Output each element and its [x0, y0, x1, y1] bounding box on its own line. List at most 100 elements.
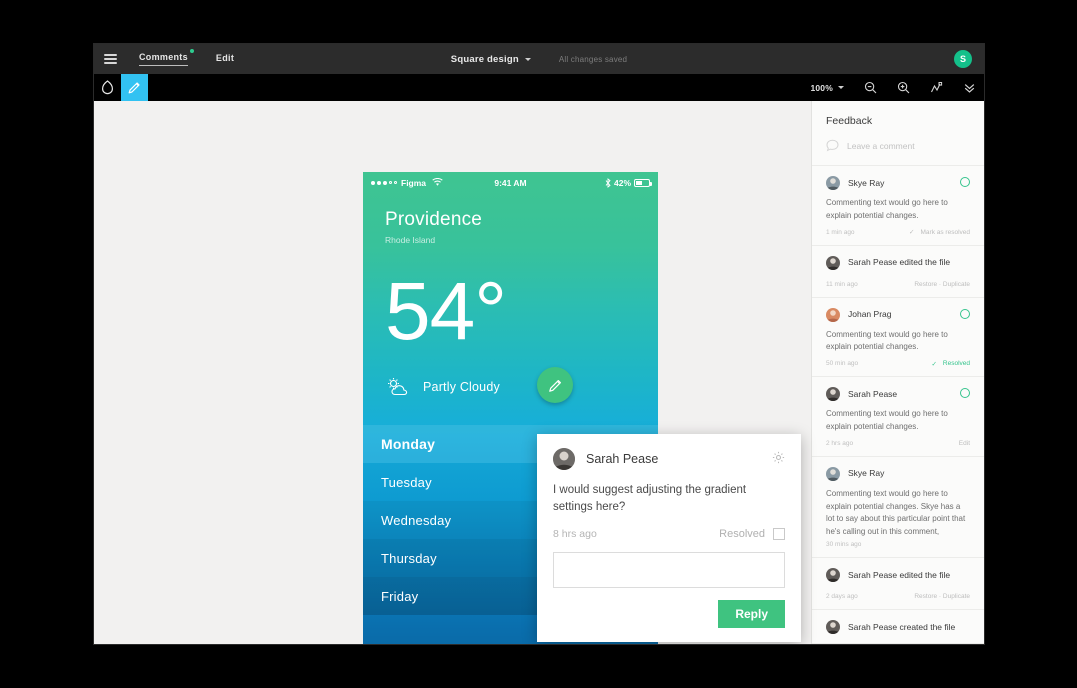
- feedback-event-item[interactable]: Sarah Pease edited the file 11 min ago R…: [812, 246, 984, 298]
- zoom-level-value: 100%: [810, 82, 833, 93]
- feedback-time: 2 days ago: [826, 592, 858, 600]
- feedback-event-text: Sarah Pease edited the file: [848, 569, 951, 580]
- leave-comment-placeholder: Leave a comment: [847, 140, 915, 151]
- avatar: [826, 567, 840, 582]
- design-canvas[interactable]: Figma 9:41 AM 42% Providence Rhode Islan…: [94, 101, 984, 644]
- mark-as-resolved-action[interactable]: Mark as resolved: [909, 228, 971, 236]
- city-name: Providence: [385, 209, 483, 230]
- feedback-item-header: Sarah Pease edited the file: [826, 567, 970, 582]
- day-name: Wednesday: [381, 512, 452, 528]
- tab-edit[interactable]: Edit: [216, 53, 234, 66]
- resolved-checkbox[interactable]: [773, 528, 785, 541]
- avatar: [826, 387, 840, 402]
- user-avatar[interactable]: S: [954, 50, 972, 68]
- feedback-title: Feedback: [826, 115, 873, 127]
- reply-input[interactable]: [553, 552, 785, 589]
- comment-author: Sarah Pease: [586, 452, 659, 466]
- phone-status-bar: Figma 9:41 AM 42%: [363, 172, 658, 193]
- toolbar-right-group: 100%: [810, 74, 976, 101]
- avatar: [553, 448, 575, 470]
- battery-icon: [634, 178, 652, 187]
- resolve-ring-icon[interactable]: [960, 388, 970, 399]
- leave-comment-field[interactable]: Leave a comment: [812, 127, 984, 166]
- feedback-panel[interactable]: Feedback Leave a comment Skye Ray Commen…: [811, 101, 984, 644]
- avatar: [826, 619, 840, 634]
- tab-comments-label: Comments: [139, 52, 188, 62]
- feedback-event-item[interactable]: Sarah Pease edited the file 2 days ago R…: [812, 558, 984, 610]
- resolved-label: Resolved: [719, 528, 765, 541]
- zoom-level-control[interactable]: 100%: [810, 83, 844, 93]
- status-bar-right: 42%: [605, 177, 652, 188]
- condition-row: Partly Cloudy: [363, 353, 658, 403]
- feedback-time: 1 min ago: [826, 228, 855, 236]
- feedback-item-header: Johan Prag: [826, 307, 970, 322]
- feedback-item-header: Sarah Pease created the file: [826, 619, 970, 634]
- zoom-in-icon[interactable]: [897, 81, 910, 94]
- document-title[interactable]: Square design: [451, 54, 519, 65]
- menu-bar: Comments Edit Square design All changes …: [94, 44, 984, 74]
- resolve-ring-icon[interactable]: [960, 177, 970, 187]
- feedback-text: Commenting text would go here to explain…: [826, 198, 948, 220]
- feedback-text: Commenting text would go here to explain…: [826, 488, 966, 537]
- feedback-item-header: Sarah Pease: [826, 387, 970, 402]
- pen-tool-icon[interactable]: [94, 74, 121, 101]
- avatar: [826, 176, 840, 190]
- feedback-item-header: Skye Ray: [826, 176, 970, 190]
- feedback-comment-item[interactable]: Johan Prag Commenting text would go here…: [812, 298, 984, 378]
- gear-icon[interactable]: [772, 451, 785, 469]
- battery-percent: 42%: [613, 177, 631, 188]
- resolved-toggle[interactable]: Resolved: [719, 528, 785, 541]
- resolved-status: Resolved: [931, 360, 970, 368]
- resolve-ring-icon[interactable]: [960, 308, 970, 319]
- condition-text: Partly Cloudy: [423, 380, 500, 394]
- feedback-text: Commenting text would go here to explain…: [826, 329, 948, 352]
- feedback-comment-item[interactable]: Sarah Pease Commenting text would go her…: [812, 377, 984, 457]
- feedback-comment-item[interactable]: Skye Ray Commenting text would go here t…: [812, 166, 984, 246]
- avatar: [826, 255, 840, 270]
- figma-app-window: Comments Edit Square design All changes …: [94, 44, 984, 644]
- pencil-tool-icon[interactable]: [121, 74, 148, 101]
- day-name: Monday: [381, 436, 436, 452]
- feedback-footer: 2 days ago Restore · Duplicate: [826, 593, 970, 600]
- feedback-footer: 2 hrs ago Edit: [826, 440, 970, 447]
- feedback-time: 2 hrs ago: [826, 439, 854, 447]
- edit-action[interactable]: Edit: [959, 440, 970, 447]
- path-node-icon[interactable]: [930, 81, 943, 94]
- hamburger-icon[interactable]: [104, 54, 117, 64]
- restore-duplicate-actions[interactable]: Restore · Duplicate: [914, 281, 970, 288]
- bluetooth-icon: [605, 177, 611, 188]
- avatar: [826, 307, 840, 322]
- restore-duplicate-actions[interactable]: Restore · Duplicate: [914, 593, 970, 600]
- edit-fab-button[interactable]: [537, 367, 573, 403]
- feedback-item-header: Sarah Pease edited the file: [826, 255, 970, 270]
- comment-time: 8 hrs ago: [553, 528, 597, 541]
- temperature-value: 54°: [385, 266, 507, 357]
- feedback-comment-item[interactable]: Skye Ray Commenting text would go here t…: [812, 457, 984, 558]
- feedback-text: Commenting text would go here to explain…: [826, 409, 948, 431]
- comment-body: I would suggest adjusting the gradient s…: [553, 484, 747, 513]
- city-block: Providence Rhode Island: [363, 193, 658, 245]
- reply-button[interactable]: Reply: [718, 600, 785, 629]
- feedback-time: 50 min ago: [826, 360, 859, 368]
- comment-bubble-icon: [826, 139, 839, 152]
- comments-badge-dot: [189, 49, 194, 53]
- feedback-time: 30 mins ago: [826, 540, 862, 548]
- feedback-author: Johan Prag: [848, 309, 892, 320]
- feedback-event-item[interactable]: Sarah Pease created the file: [812, 610, 984, 644]
- feedback-footer: 30 mins ago: [826, 541, 970, 548]
- tab-edit-label: Edit: [215, 52, 235, 63]
- day-name: Tuesday: [381, 474, 432, 490]
- chevron-down-icon: [838, 86, 844, 89]
- feedback-item-header: Skye Ray: [826, 466, 970, 481]
- feedback-time: 11 min ago: [826, 280, 858, 288]
- tab-comments[interactable]: Comments: [139, 49, 194, 66]
- avatar-initial: S: [959, 54, 966, 64]
- feedback-footer: 11 min ago Restore · Duplicate: [826, 281, 970, 288]
- pencil-icon: [548, 379, 561, 392]
- zoom-out-icon[interactable]: [864, 81, 877, 94]
- feedback-author: Sarah Pease: [848, 388, 898, 399]
- comment-popup[interactable]: Sarah Pease I would suggest adjusting th…: [537, 434, 801, 643]
- chevrons-down-icon[interactable]: [963, 81, 976, 94]
- city-region: Rhode Island: [385, 235, 436, 245]
- chevron-down-icon[interactable]: [524, 57, 531, 61]
